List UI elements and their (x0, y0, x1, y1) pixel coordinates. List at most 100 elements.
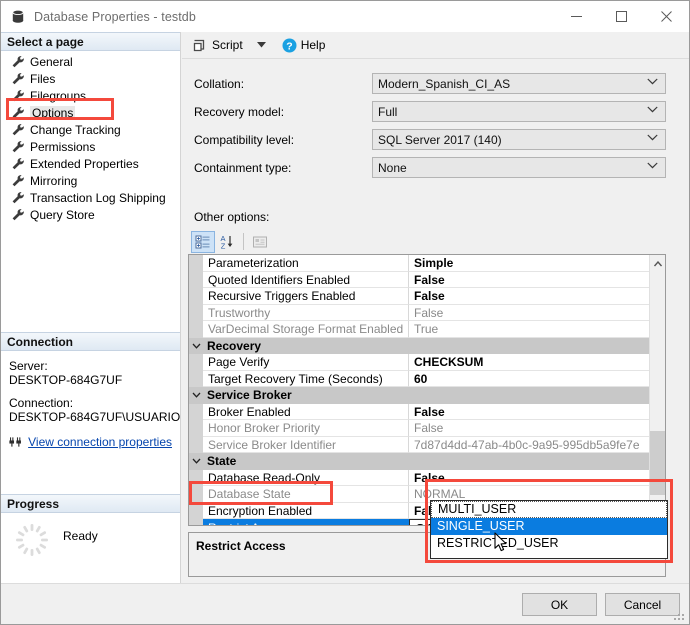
sidebar-item-extended-properties[interactable]: Extended Properties (1, 155, 180, 172)
spacer (9, 387, 172, 396)
window-title: Database Properties - testdb (34, 10, 196, 24)
sidebar-item-general[interactable]: General (1, 53, 180, 70)
compatibility-level-row: Compatibility level: SQL Server 2017 (14… (182, 128, 689, 151)
script-button[interactable]: Script (187, 34, 248, 56)
property-grid[interactable]: Parameterization Simple Quoted Identifie… (188, 254, 666, 526)
table-row[interactable]: Recursive Triggers Enabled False (189, 288, 665, 305)
table-row[interactable]: Broker Enabled False (189, 404, 665, 421)
row-gutter (189, 486, 203, 503)
restrict-access-dropdown-list[interactable]: MULTI_USER SINGLE_USER RESTRICTED_USER (430, 500, 668, 559)
property-name: Quoted Identifiers Enabled (203, 272, 409, 289)
sidebar-item-change-tracking[interactable]: Change Tracking (1, 121, 180, 138)
wrench-icon (11, 106, 25, 119)
sidebar-item-files[interactable]: Files (1, 70, 180, 87)
wrench-icon (11, 157, 25, 170)
compatibility-level-value: SQL Server 2017 (140) (373, 133, 502, 147)
grid-scrollbar[interactable] (649, 255, 665, 525)
property-value[interactable]: False (409, 272, 665, 289)
property-value[interactable]: False (409, 404, 665, 421)
property-value[interactable]: False (409, 288, 665, 305)
sidebar-item-label: Permissions (30, 140, 95, 154)
ok-button[interactable]: OK (522, 593, 597, 616)
connection-value: DESKTOP-684G7UF\USUARIO (9, 410, 172, 424)
close-icon[interactable] (644, 1, 689, 32)
resize-grip-icon[interactable] (674, 610, 686, 622)
alphabetical-sort-button[interactable]: A Z (215, 231, 239, 253)
property-name: Broker Enabled (203, 404, 409, 421)
sidebar-item-query-store[interactable]: Query Store (1, 206, 180, 223)
property-value: False (409, 420, 665, 437)
maximize-icon[interactable] (599, 1, 644, 32)
view-connection-properties-link[interactable]: View connection properties (28, 435, 172, 449)
dropdown-option-single-user[interactable]: SINGLE_USER (431, 518, 667, 535)
property-value[interactable]: Simple (409, 255, 665, 272)
property-value[interactable]: 60 (409, 371, 665, 388)
dropdown-option-multi-user[interactable]: MULTI_USER (431, 501, 667, 518)
collation-value: Modern_Spanish_CI_AS (373, 77, 510, 91)
row-gutter (189, 305, 203, 322)
view-connection-properties-row[interactable]: View connection properties (9, 435, 172, 449)
collapse-chevron-icon[interactable] (189, 338, 203, 355)
collation-label: Collation: (182, 77, 372, 91)
row-gutter (189, 503, 203, 520)
table-row[interactable]: Database Read-Only False (189, 470, 665, 487)
wrench-icon (11, 89, 25, 102)
chevron-down-icon (647, 162, 658, 169)
categorized-view-button[interactable] (191, 231, 215, 253)
table-row: Honor Broker Priority False (189, 420, 665, 437)
sidebar-item-label: Filegroups (30, 89, 86, 103)
chevron-down-icon (647, 106, 658, 113)
sidebar-item-transaction-log-shipping[interactable]: Transaction Log Shipping (1, 189, 180, 206)
table-row[interactable]: Parameterization Simple (189, 255, 665, 272)
help-button[interactable]: ? Help (277, 34, 331, 56)
sidebar-item-filegroups[interactable]: Filegroups (1, 87, 180, 104)
category-row-service-broker[interactable]: Service Broker (189, 387, 665, 404)
containment-type-combobox[interactable]: None (372, 157, 666, 178)
collapse-chevron-icon[interactable] (189, 453, 203, 470)
sidebar-item-options[interactable]: Options (1, 104, 180, 121)
property-name: Parameterization (203, 255, 409, 272)
chevron-down-icon (647, 134, 658, 141)
page-list: General Files Filegroups Options Change … (1, 51, 180, 223)
sidebar-item-label: Mirroring (30, 174, 77, 188)
property-name-restrict-access: Restrict Access (203, 519, 409, 526)
cancel-button[interactable]: Cancel (605, 593, 680, 616)
table-row: Trustworthy False (189, 305, 665, 322)
script-label: Script (212, 38, 243, 52)
property-name: Recursive Triggers Enabled (203, 288, 409, 305)
collapse-chevron-icon[interactable] (189, 387, 203, 404)
property-value[interactable]: False (409, 470, 665, 487)
sidebar-item-mirroring[interactable]: Mirroring (1, 172, 180, 189)
row-gutter (189, 470, 203, 487)
sidebar-item-label: Change Tracking (30, 123, 121, 137)
minimize-icon[interactable] (554, 1, 599, 32)
property-pages-button[interactable] (248, 231, 272, 253)
dialog-button-bar: OK Cancel (1, 583, 689, 624)
sidebar-item-permissions[interactable]: Permissions (1, 138, 180, 155)
caption-buttons (554, 1, 689, 32)
sidebar-item-label: Query Store (30, 208, 95, 222)
containment-type-value: None (373, 161, 407, 175)
row-gutter (189, 288, 203, 305)
chevron-down-icon (647, 78, 658, 85)
category-row-state[interactable]: State (189, 453, 665, 470)
wrench-icon (11, 208, 25, 221)
category-row-recovery[interactable]: Recovery (189, 338, 665, 355)
scroll-up-arrow-icon[interactable] (650, 255, 666, 272)
table-row[interactable]: Quoted Identifiers Enabled False (189, 272, 665, 289)
help-label: Help (301, 38, 326, 52)
property-grid-toolbar: A Z (190, 230, 282, 253)
progress-header: Progress (1, 494, 180, 513)
collation-combobox[interactable]: Modern_Spanish_CI_AS (372, 73, 666, 94)
recovery-model-row: Recovery model: Full (182, 100, 689, 123)
connection-plug-icon (9, 435, 22, 449)
scrollbar-thumb[interactable] (650, 431, 666, 495)
compatibility-level-combobox[interactable]: SQL Server 2017 (140) (372, 129, 666, 150)
wrench-icon (11, 123, 25, 136)
property-value[interactable]: CHECKSUM (409, 354, 665, 371)
script-dropdown-caret-icon[interactable] (252, 34, 271, 56)
table-row[interactable]: Page Verify CHECKSUM (189, 354, 665, 371)
table-row[interactable]: Target Recovery Time (Seconds) 60 (189, 371, 665, 388)
recovery-model-combobox[interactable]: Full (372, 101, 666, 122)
dropdown-option-restricted-user[interactable]: RESTRICTED_USER (431, 535, 667, 552)
